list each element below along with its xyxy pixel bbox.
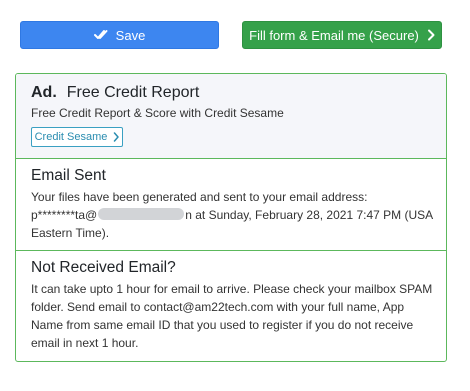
save-button-label: Save	[115, 27, 146, 43]
ad-title-text: Free Credit Report	[66, 84, 200, 101]
email-sent-section: Email Sent Your files have been generate…	[16, 159, 446, 251]
save-button[interactable]: Save	[20, 21, 219, 49]
not-received-message: It can take upto 1 hour for email to arr…	[31, 282, 433, 350]
chevron-right-icon	[113, 132, 120, 142]
result-panel: Ad. Free Credit Report Free Credit Report…	[15, 73, 447, 362]
not-received-section: Not Received Email? It can take upto 1 h…	[16, 251, 446, 361]
fill-form-email-label: Fill form & Email me (Secure)	[249, 27, 419, 43]
ad-tag: Ad.	[31, 84, 57, 101]
ad-title: Ad. Free Credit Report	[31, 84, 199, 102]
email-sent-message: Your files have been generated and sent …	[31, 188, 436, 242]
chevron-right-icon	[427, 29, 435, 41]
ad-subtitle: Free Credit Report & Score with Credit S…	[31, 106, 284, 120]
credit-sesame-button[interactable]: Credit Sesame	[31, 127, 123, 147]
redacted-email-block	[98, 208, 185, 220]
not-received-heading: Not Received Email?	[31, 259, 176, 276]
email-prefix: p********ta@	[31, 208, 98, 222]
credit-sesame-label: Credit Sesame	[34, 131, 108, 143]
email-sent-line1: Your files have been generated and sent …	[31, 190, 368, 204]
fill-form-email-button[interactable]: Fill form & Email me (Secure)	[242, 21, 442, 49]
email-sent-heading: Email Sent	[31, 167, 106, 184]
check-double-icon	[93, 29, 108, 41]
ad-section: Ad. Free Credit Report Free Credit Report…	[16, 74, 446, 159]
